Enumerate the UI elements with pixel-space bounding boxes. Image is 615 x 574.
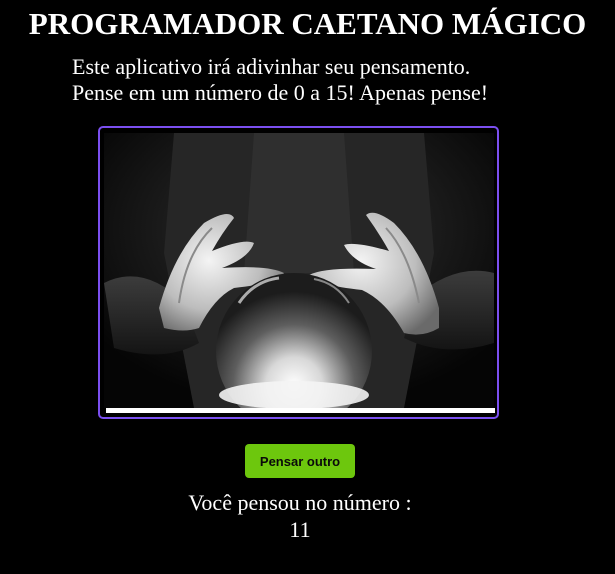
result-label: Você pensou no número : (188, 490, 412, 515)
crystal-ball-image-frame (98, 126, 499, 419)
intro-line-1: Este aplicativo irá adivinhar seu pensam… (72, 54, 471, 79)
progress-bar (106, 408, 495, 413)
intro-text: Este aplicativo irá adivinhar seu pensam… (72, 54, 488, 106)
page-title: PROGRAMADOR CAETANO MÁGICO (28, 6, 587, 41)
result-number: 11 (289, 517, 311, 542)
think-again-button[interactable]: Pensar outro (245, 444, 355, 478)
crystal-ball-image (104, 133, 494, 408)
intro-line-2: Pense em um número de 0 a 15! Apenas pen… (72, 80, 489, 105)
magic-app-page: PROGRAMADOR CAETANO MÁGICO Este aplicati… (0, 0, 615, 574)
